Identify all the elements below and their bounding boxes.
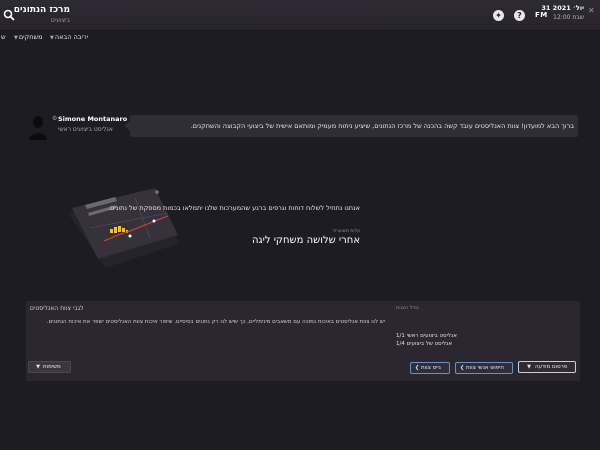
help-icon[interactable]: ?: [514, 10, 525, 21]
chevron-left-icon: ❮: [460, 365, 465, 371]
tasks-dropdown-label: משימות: [43, 364, 61, 370]
page-subtitle: ביצועים: [50, 17, 70, 24]
chevron-down-icon: ▼: [527, 364, 531, 370]
chevron-down-icon: ▼: [36, 364, 40, 370]
nav-label: משחקים: [18, 33, 43, 41]
eta-value: אחרי שלושה משחקי ליגה: [251, 235, 360, 246]
tasks-dropdown[interactable]: ▼ משימות: [28, 361, 71, 373]
achievement-icon[interactable]: ✦: [493, 10, 504, 21]
panel-title: לגבי צוות האנליסטים: [30, 305, 84, 312]
post-advert-label: פרסום מודעה: [535, 364, 568, 370]
recruit-staff-button[interactable]: ❮ גייס צוות: [410, 362, 450, 374]
staff-line-head-analyst: אנליסט ביצועים ראשי 1/1: [396, 333, 457, 339]
date-line: 31 יול׳ 2021: [541, 4, 584, 12]
data-hub-illustration: [68, 188, 180, 268]
date-display[interactable]: 31 יול׳ 2021 12:00 שבת: [540, 4, 584, 22]
nav-label: יריבה הבאה: [54, 33, 89, 41]
chevron-down-icon: ▼: [14, 35, 18, 41]
search-staff-label: חיפוש אנשי צוות: [465, 365, 504, 371]
page-title-block: מרכז הנתונים ביצועים: [10, 4, 70, 25]
nav-next-opponent[interactable]: ▼יריבה הבאה: [50, 33, 88, 41]
chevron-left-icon: ❮: [415, 365, 420, 371]
staff-line-analyst: אנליסט של ביצועים 1/4: [396, 341, 452, 347]
staff-size-label: גודל הצוות: [396, 305, 419, 311]
speaker-name[interactable]: Simone Montanaro: [58, 115, 127, 123]
gear-icon: ⚙: [52, 115, 58, 122]
post-advert-button[interactable]: ▼ פרסום מודעה: [518, 361, 576, 373]
recruit-staff-label: גייס צוות: [420, 365, 441, 371]
panel-description: יש לנו צוות אנליסטים באיכות נמוכה עם משא…: [46, 319, 385, 325]
intro-message: ברוך הבא למועדון! צוות האנליסטים עובד קש…: [190, 122, 574, 130]
sub-navigation: ▼יריבה הבאה ▼משחקים ש: [0, 31, 600, 43]
page-title: מרכז הנתונים: [13, 5, 70, 15]
nav-label: ש: [1, 33, 6, 41]
speaker-role: אנליסט ביצועים ראשי: [58, 126, 113, 133]
chevron-down-icon: ▼: [50, 35, 54, 41]
close-icon[interactable]: ✕: [588, 6, 595, 15]
title-bar: מרכז הנתונים ביצועים ✦ ? FM 31 יול׳ 2021…: [0, 0, 600, 31]
eta-label: עלות משוערת: [333, 229, 360, 234]
time-line: 12:00 שבת: [553, 14, 584, 21]
avatar: [29, 116, 47, 140]
nav-matches[interactable]: ▼משחקים: [14, 33, 43, 41]
nav-more[interactable]: ש: [1, 33, 6, 41]
search-staff-button[interactable]: ❮ חיפוש אנשי צוות: [455, 362, 513, 374]
status-message: אנחנו נתחיל לשלוח דוחות וגרפים ברגע שהמע…: [107, 204, 360, 212]
